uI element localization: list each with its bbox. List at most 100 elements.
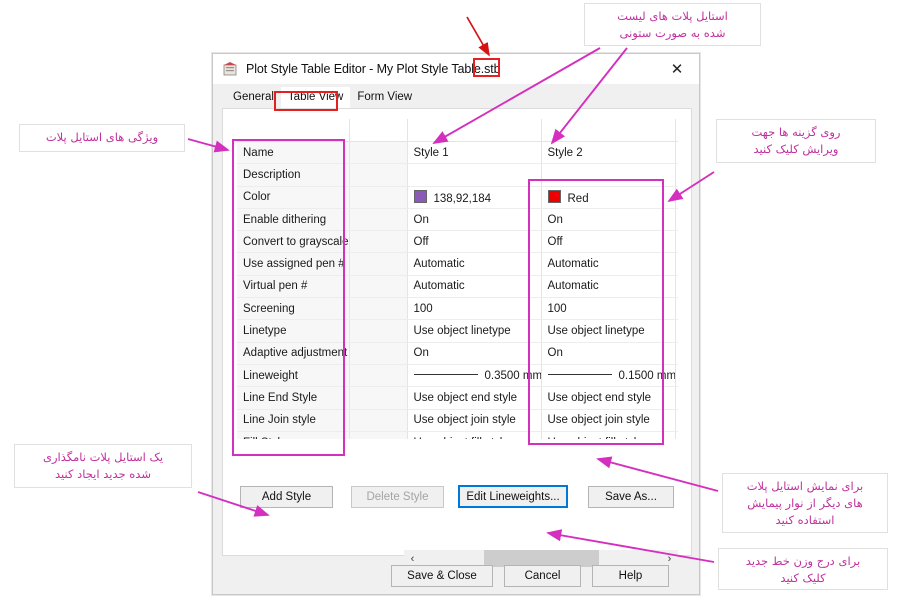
cell-style2-join-style[interactable]: Use object join style	[541, 409, 676, 432]
gap-cell	[349, 409, 408, 432]
cell-style3-dithering[interactable]	[675, 208, 678, 232]
cell-style2-color[interactable]: Red	[541, 186, 676, 209]
cell-style1-description[interactable]	[407, 163, 542, 187]
cell-style1-lineweight[interactable]: 0.3500 mm	[407, 364, 542, 388]
cell-style1-dithering[interactable]: On	[407, 208, 542, 232]
annotation-line: روی گزینه ها جهت ویرایش کلیک کنید	[751, 125, 841, 156]
cell-style2-linetype[interactable]: Use object linetype	[541, 319, 676, 343]
cell-style3-grayscale[interactable]	[675, 230, 678, 254]
delete-style-button[interactable]: Delete Style	[351, 486, 444, 508]
gap-cell	[349, 230, 408, 254]
header-style-1	[407, 119, 542, 142]
gap-cell	[349, 431, 408, 439]
table-row: Line End Style Use object end style Use …	[237, 386, 678, 410]
cell-style2-dithering[interactable]: On	[541, 208, 676, 232]
lineweight-value-style2: 0.1500 mm	[618, 369, 675, 382]
dialog-title: Plot Style Table Editor - My Plot Style …	[246, 62, 501, 76]
prop-label-line-join-style: Line Join style	[237, 409, 350, 432]
cell-style3-linetype[interactable]	[675, 319, 678, 343]
table-view-panel: Name Style 1 Style 2 Description Color 1…	[222, 108, 692, 567]
color-swatch-icon	[547, 189, 561, 203]
close-button[interactable]: ✕	[655, 54, 699, 83]
edit-lineweights-button[interactable]: Edit Lineweights...	[458, 485, 568, 508]
cell-style2-fill-style[interactable]: Use object fill style	[541, 431, 676, 439]
cell-style1-virtual-pen[interactable]: Automatic	[407, 275, 542, 299]
tab-general[interactable]: General	[226, 87, 281, 108]
annotation-line: ویژگی های استایل پلات	[45, 130, 159, 144]
table-row: Linetype Use object linetype Use object …	[237, 319, 678, 343]
cell-style3-description[interactable]	[675, 163, 678, 187]
cell-style3-color[interactable]	[675, 186, 678, 209]
gap-cell	[349, 186, 408, 209]
cell-style1-screening[interactable]: 100	[407, 297, 542, 321]
annotation-create-new-style: یک استایل پلات نامگذاری شده جدید ایجاد ک…	[14, 444, 192, 488]
tabstrip: General Table View Form View	[213, 84, 699, 108]
prop-label-name: Name	[237, 141, 350, 165]
color-value-style2: Red	[567, 192, 589, 205]
cell-style1-name[interactable]: Style 1	[407, 141, 542, 165]
cancel-button[interactable]: Cancel	[504, 565, 581, 587]
table-row: Convert to grayscale Off Off	[237, 230, 678, 254]
lineweight-value-style1: 0.3500 mm	[484, 369, 541, 382]
cell-style2-virtual-pen[interactable]: Automatic	[541, 275, 676, 299]
gap-cell	[349, 364, 408, 388]
annotation-listed-styles-columns: استایل پلات های لیست شده به صورت ستونی	[584, 3, 761, 46]
table-row: Color 138,92,184 Red	[237, 186, 678, 209]
color-swatch-icon	[413, 189, 427, 203]
cell-style1-join-style[interactable]: Use object join style	[407, 409, 542, 432]
table-row: Description	[237, 163, 678, 187]
cell-style1-end-style[interactable]: Use object end style	[407, 386, 542, 410]
annotation-plot-style-properties: ویژگی های استایل پلات	[19, 124, 185, 152]
cell-style2-name[interactable]: Style 2	[541, 141, 676, 165]
table-row: Screening 100 100	[237, 297, 678, 321]
gap-cell	[349, 342, 408, 365]
lineweight-preview-icon	[547, 373, 612, 375]
tab-form-view[interactable]: Form View	[350, 87, 420, 108]
cell-style3-join-style[interactable]	[675, 409, 678, 432]
cell-style1-color[interactable]: 138,92,184	[407, 186, 542, 209]
table-row: Fill Style Use object fill style Use obj…	[237, 431, 678, 439]
cell-style1-grayscale[interactable]: Off	[407, 230, 542, 254]
cell-style3-name[interactable]	[675, 141, 678, 165]
cell-style3-assigned-pen[interactable]	[675, 252, 678, 276]
cell-style3-lineweight[interactable]	[675, 364, 678, 388]
cell-style3-fill-style[interactable]	[675, 431, 678, 439]
annotation-line: برای درج وزن خط جدید کلیک کنید	[745, 554, 861, 585]
cell-style3-virtual-pen[interactable]	[675, 275, 678, 299]
plot-style-table-editor-dialog: Plot Style Table Editor - My Plot Style …	[212, 53, 700, 595]
table-row: Lineweight 0.3500 mm 0.1500 mm	[237, 364, 678, 388]
cell-style3-adaptive[interactable]	[675, 342, 678, 365]
cell-style3-screening[interactable]	[675, 297, 678, 321]
add-style-button[interactable]: Add Style	[240, 486, 333, 508]
save-as-button[interactable]: Save As...	[588, 486, 674, 508]
cell-style2-adaptive[interactable]: On	[541, 342, 676, 365]
prop-label-color: Color	[237, 186, 350, 209]
table-row: Line Join style Use object join style Us…	[237, 409, 678, 432]
prop-label-enable-dithering: Enable dithering	[237, 208, 350, 232]
cell-style2-screening[interactable]: 100	[541, 297, 676, 321]
gap-cell	[349, 275, 408, 299]
cell-style1-fill-style[interactable]: Use object fill style	[407, 431, 542, 439]
cell-style2-description[interactable]	[541, 163, 676, 187]
annotation-line: برای نمایش استایل پلات های دیگر از نوار …	[746, 479, 864, 527]
help-button[interactable]: Help	[592, 565, 669, 587]
annotation-click-to-edit: روی گزینه ها جهت ویرایش کلیک کنید	[716, 119, 876, 163]
cell-style2-end-style[interactable]: Use object end style	[541, 386, 676, 410]
cell-style1-assigned-pen[interactable]: Automatic	[407, 252, 542, 276]
cell-style2-assigned-pen[interactable]: Automatic	[541, 252, 676, 276]
table-row: Name Style 1 Style 2	[237, 141, 678, 165]
cell-style1-linetype[interactable]: Use object linetype	[407, 319, 542, 343]
cell-style2-grayscale[interactable]: Off	[541, 230, 676, 254]
dialog-titlebar: Plot Style Table Editor - My Plot Style …	[213, 54, 699, 85]
cell-style2-lineweight[interactable]: 0.1500 mm	[541, 364, 676, 388]
tab-table-view[interactable]: Table View	[280, 87, 351, 108]
prop-label-assigned-pen: Use assigned pen #	[237, 252, 350, 276]
close-icon: ✕	[670, 60, 684, 78]
gap-cell	[349, 141, 408, 165]
color-value-style1: 138,92,184	[433, 192, 492, 205]
cell-style1-adaptive[interactable]: On	[407, 342, 542, 365]
annotation-use-scrollbar: برای نمایش استایل پلات های دیگر از نوار …	[722, 473, 888, 533]
save-and-close-button[interactable]: Save & Close	[391, 565, 493, 587]
cell-style3-end-style[interactable]	[675, 386, 678, 410]
gap-cell	[349, 319, 408, 343]
